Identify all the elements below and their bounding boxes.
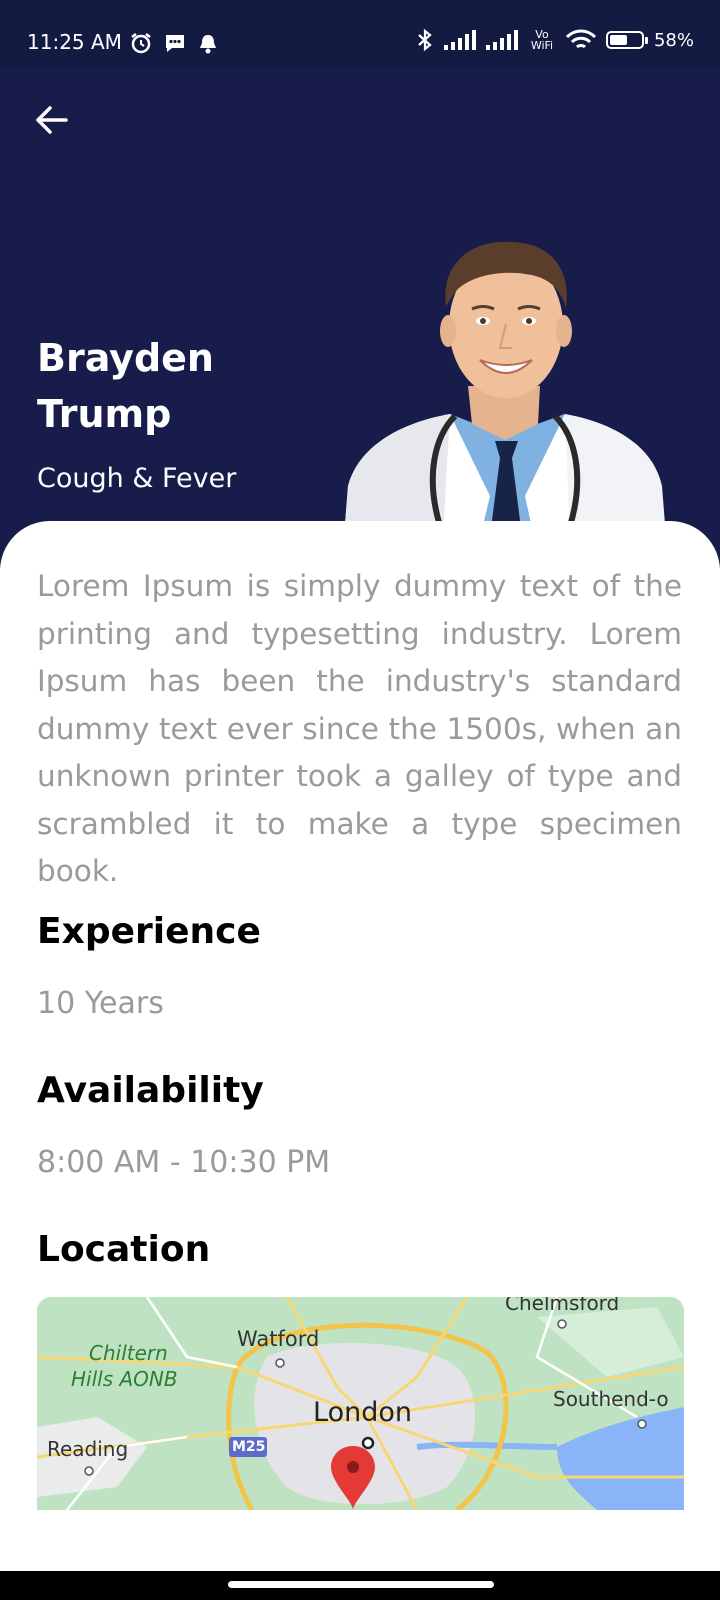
- location-title: Location: [37, 1229, 211, 1270]
- battery-percent: 58%: [653, 29, 694, 51]
- battery-level: [609, 35, 628, 45]
- map-label-hills: Hills AONB: [71, 1367, 178, 1391]
- back-arrow-icon[interactable]: [32, 100, 72, 140]
- map-label-reading: Reading: [47, 1437, 129, 1461]
- wifi-icon: [565, 29, 596, 49]
- map-label-watford: Watford: [237, 1327, 320, 1351]
- status-time: 11:25 AM: [27, 30, 122, 54]
- bell-icon: [200, 35, 216, 54]
- location-map[interactable]: Chelmsford Chiltern Hills AONB Watford L…: [37, 1297, 684, 1510]
- signal-icon: [485, 30, 518, 50]
- vowifi-label: Vo WiFi: [530, 28, 554, 52]
- details-card: Lorem Ipsum is simply dummy text of the …: [0, 521, 720, 1571]
- map-label-london: London: [313, 1397, 412, 1428]
- doctor-description: Lorem Ipsum is simply dummy text of the …: [37, 569, 682, 888]
- signal-icon: [443, 30, 476, 50]
- map-label-chiltern: Chiltern: [89, 1341, 168, 1365]
- doctor-detail-screen: 11:25 AM Vo WiFi 58% Brayden Trump Cough…: [0, 0, 720, 1600]
- map-label-chelmsford: Chelmsford: [505, 1297, 620, 1315]
- map-label-southend: Southend-o: [553, 1387, 669, 1411]
- availability-title: Availability: [37, 1070, 264, 1111]
- home-indicator[interactable]: [228, 1581, 494, 1588]
- availability-value: 8:00 AM - 10:30 PM: [37, 1145, 331, 1180]
- doctor-header: Brayden Trump Cough & Fever: [0, 68, 720, 588]
- status-bar: 11:25 AM Vo WiFi 58%: [0, 0, 720, 68]
- experience-title: Experience: [37, 911, 261, 952]
- doctor-name: Brayden Trump: [37, 336, 214, 436]
- message-icon: [166, 35, 184, 52]
- bluetooth-icon: [418, 28, 432, 52]
- map-label-m25: M25: [232, 1439, 266, 1455]
- experience-value: 10 Years: [37, 986, 164, 1021]
- battery-icon: [605, 31, 648, 49]
- system-nav-bar: [0, 1571, 720, 1600]
- alarm-icon: [131, 33, 151, 54]
- doctor-specialty: Cough & Fever: [37, 463, 237, 494]
